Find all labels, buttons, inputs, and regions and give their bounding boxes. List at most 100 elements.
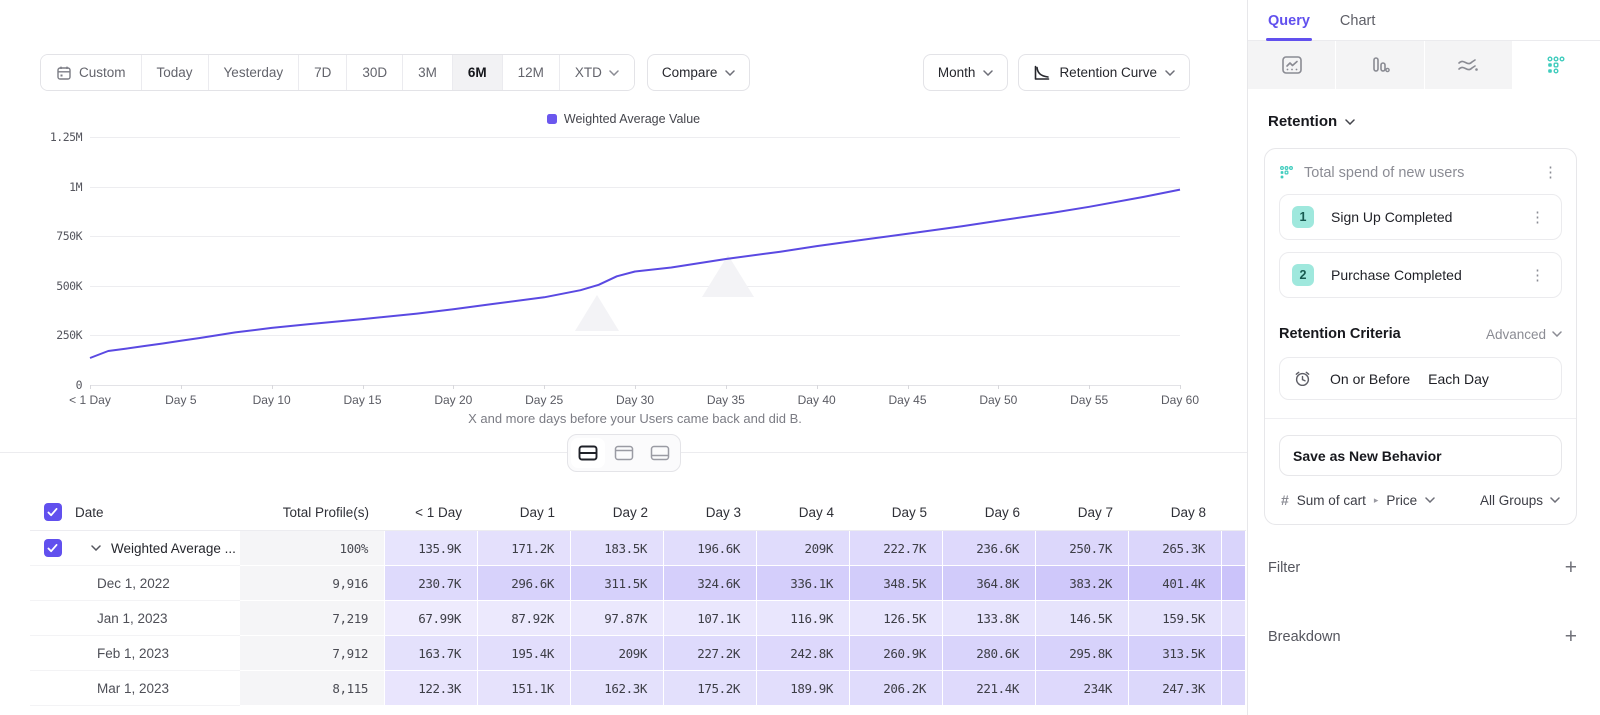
x-axis-tick: Day 30 xyxy=(595,393,675,407)
retention-value-cell: 209K xyxy=(571,636,664,671)
row-checkbox[interactable] xyxy=(44,539,62,557)
save-behavior-label: Save as New Behavior xyxy=(1293,448,1442,464)
retention-value-cell: 159.5K xyxy=(1129,601,1222,636)
layout-chart-only-button[interactable] xyxy=(607,438,641,468)
retention-value-cell: 401.4K xyxy=(1129,566,1222,601)
retention-value-cell: 247.3K xyxy=(1129,671,1222,706)
retention-value-cell: 146.5K xyxy=(1036,601,1129,636)
x-axis-tick: Day 55 xyxy=(1049,393,1129,407)
tab-retention[interactable] xyxy=(1513,41,1600,89)
toolbar-right: Month Retention Curve xyxy=(923,54,1190,91)
add-filter-button[interactable]: + xyxy=(1565,557,1577,578)
retention-value-cell: 133.8K xyxy=(943,601,1036,636)
measure-property-dropdown[interactable]: # Sum of cart ▸ Price xyxy=(1281,492,1480,508)
x-axis-tickmark xyxy=(453,385,454,389)
range-custom[interactable]: Custom xyxy=(41,55,141,90)
range-xtd[interactable]: XTD xyxy=(559,55,634,90)
range-yesterday[interactable]: Yesterday xyxy=(208,55,299,90)
clipped-value-cell xyxy=(1222,566,1246,601)
flow-icon xyxy=(1456,55,1480,75)
step-label: Sign Up Completed xyxy=(1331,209,1526,225)
header-day-col: Day 8 xyxy=(1129,494,1222,531)
step-row-1[interactable]: 1 Sign Up Completed ⋮ xyxy=(1279,194,1562,240)
tab-flow[interactable] xyxy=(1425,41,1513,89)
total-profiles-cell: 100% xyxy=(240,531,385,566)
range-label: 6M xyxy=(468,65,487,80)
granularity-dropdown[interactable]: Month xyxy=(923,54,1009,91)
compare-button[interactable]: Compare xyxy=(647,54,751,91)
retention-value-cell: 250.7K xyxy=(1036,531,1129,566)
range-label: Today xyxy=(157,65,193,80)
sidebar-tabs: Query Chart xyxy=(1248,0,1600,41)
retention-value-cell: 265.3K xyxy=(1129,531,1222,566)
retention-value-cell: 236.6K xyxy=(943,531,1036,566)
row-checkbox-cell xyxy=(30,636,75,671)
check-icon xyxy=(47,544,58,553)
chart-type-dropdown[interactable]: Retention Curve xyxy=(1018,54,1190,91)
range-12m[interactable]: 12M xyxy=(502,55,559,90)
retention-value-cell: 162.3K xyxy=(571,671,664,706)
x-axis-tick: Day 25 xyxy=(504,393,584,407)
behavior-header: Total spend of new users ⋮ xyxy=(1279,163,1562,182)
header-day-col: Day 3 xyxy=(664,494,757,531)
x-axis-tick: Day 60 xyxy=(1140,393,1220,407)
layout-chart-only-icon xyxy=(614,445,634,461)
query-sidebar: Query Chart xyxy=(1247,0,1600,715)
row-label: Jan 1, 2023 xyxy=(75,611,168,626)
retention-value-cell: 183.5K xyxy=(571,531,664,566)
group-scope-dropdown[interactable]: All Groups xyxy=(1480,493,1560,508)
layout-split-icon xyxy=(578,445,598,461)
granularity-label: Month xyxy=(938,65,976,80)
analysis-section-dropdown[interactable]: Retention xyxy=(1268,113,1600,130)
save-behavior-field[interactable]: Save as New Behavior xyxy=(1279,435,1562,476)
add-breakdown-button[interactable]: + xyxy=(1565,626,1577,647)
row-checkbox-cell xyxy=(30,566,75,601)
x-axis-tickmark xyxy=(908,385,909,389)
criteria-timing-row[interactable]: On or Before Each Day xyxy=(1279,357,1562,400)
criteria-mode-dropdown[interactable]: Advanced xyxy=(1486,327,1562,342)
tab-chart[interactable]: Chart xyxy=(1340,13,1375,40)
range-today[interactable]: Today xyxy=(141,55,208,90)
measure-label: Sum of cart xyxy=(1297,493,1366,508)
retention-value-cell: 364.8K xyxy=(943,566,1036,601)
kebab-menu-icon[interactable]: ⋮ xyxy=(1526,208,1549,227)
retention-value-cell: 189.9K xyxy=(757,671,850,706)
x-axis-tickmark xyxy=(1089,385,1090,389)
range-6m[interactable]: 6M xyxy=(452,55,502,90)
retention-value-cell: 163.7K xyxy=(385,636,478,671)
retention-value-cell: 383.2K xyxy=(1036,566,1129,601)
numeric-property-icon: # xyxy=(1281,492,1289,508)
retention-value-cell: 209K xyxy=(757,531,850,566)
retention-criteria-label: Retention Criteria xyxy=(1279,326,1486,342)
expand-chevron-icon[interactable] xyxy=(91,545,101,551)
tab-query[interactable]: Query xyxy=(1268,13,1310,40)
x-axis-tickmark xyxy=(998,385,999,389)
tab-line-chart[interactable] xyxy=(1248,41,1336,89)
analysis-section-label: Retention xyxy=(1268,113,1337,130)
retention-value-cell: 313.5K xyxy=(1129,636,1222,671)
tab-bar-chart[interactable] xyxy=(1336,41,1424,89)
layout-split-button[interactable] xyxy=(571,438,605,468)
layout-table-only-button[interactable] xyxy=(643,438,677,468)
step-number-badge: 1 xyxy=(1292,206,1314,228)
chevron-down-icon xyxy=(1345,119,1355,125)
row-checkbox[interactable] xyxy=(44,503,62,521)
analysis-type-tabs xyxy=(1248,41,1600,89)
retention-value-cell: 230.7K xyxy=(385,566,478,601)
retention-dots-icon xyxy=(1279,165,1294,180)
header-checkbox-cell xyxy=(30,494,75,531)
layout-table-only-icon xyxy=(650,445,670,461)
range-7d[interactable]: 7D xyxy=(298,55,346,90)
retention-value-cell: 296.6K xyxy=(478,566,571,601)
range-3m[interactable]: 3M xyxy=(402,55,452,90)
clipped-value-cell xyxy=(1222,636,1246,671)
step-row-2[interactable]: 2 Purchase Completed ⋮ xyxy=(1279,252,1562,298)
kebab-menu-icon[interactable]: ⋮ xyxy=(1526,266,1549,285)
kebab-menu-icon[interactable]: ⋮ xyxy=(1539,163,1562,182)
clipped-value-cell xyxy=(1222,601,1246,636)
retention-value-cell: 295.8K xyxy=(1036,636,1129,671)
total-profiles-cell: 7,219 xyxy=(240,601,385,636)
chevron-down-icon xyxy=(983,70,993,76)
measure-row: # Sum of cart ▸ Price All Groups xyxy=(1281,492,1560,508)
range-30d[interactable]: 30D xyxy=(346,55,402,90)
